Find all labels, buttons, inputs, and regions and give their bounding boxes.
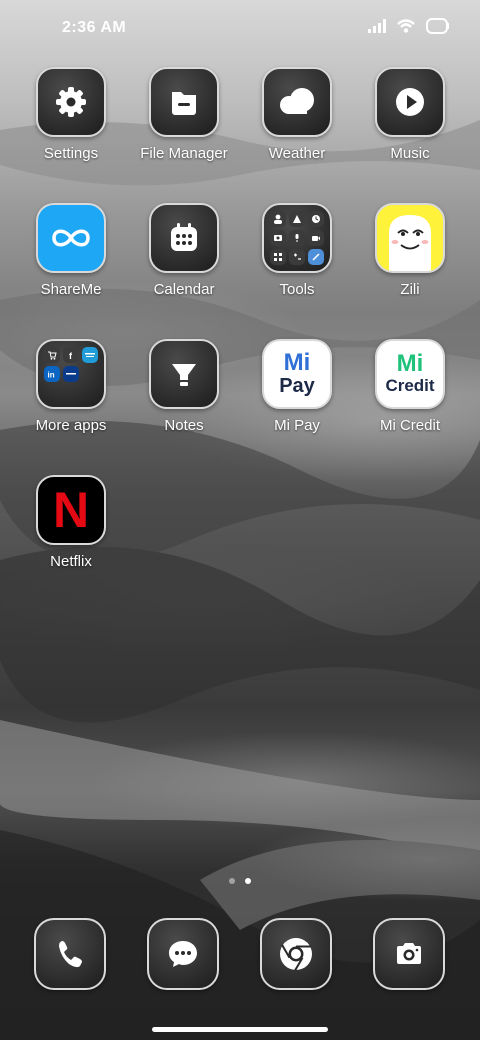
booking-mini-icon	[63, 366, 79, 382]
app-mi-credit[interactable]: Mi Credit Mi Credit	[354, 339, 466, 459]
app-label: Netflix	[50, 553, 92, 570]
netflix-logo: N	[36, 475, 106, 545]
mi-credit-logo-top: Mi	[396, 350, 424, 377]
folder-icon	[149, 67, 219, 137]
dock-chrome[interactable]	[260, 918, 332, 990]
cloud-icon	[262, 67, 332, 137]
infinity-icon	[36, 203, 106, 273]
app-label: Notes	[164, 417, 204, 434]
app-label: Weather	[268, 145, 326, 162]
play-icon	[375, 67, 445, 137]
app-weather[interactable]: Weather	[241, 67, 353, 187]
mi-pay-logo-bottom: Pay	[279, 375, 315, 397]
clock-mini-icon	[308, 211, 324, 227]
calculator-mini-icon	[289, 249, 305, 265]
app-netflix[interactable]: N Netflix	[15, 475, 127, 595]
page-dot-active[interactable]	[245, 878, 251, 884]
contacts-mini-icon	[270, 211, 286, 227]
netflix-logo-letter: N	[52, 482, 90, 538]
app-label: Tools	[279, 281, 315, 298]
status-bar: 2:36 AM	[0, 0, 480, 56]
signal-icon	[368, 19, 386, 33]
notes-icon	[149, 339, 219, 409]
mic-mini-icon	[289, 230, 305, 246]
app-file-manager[interactable]: File Manager	[128, 67, 240, 187]
prime-video-mini-icon	[82, 347, 98, 363]
gear-icon	[36, 67, 106, 137]
app-label: More apps	[35, 417, 107, 434]
app-tools-folder[interactable]: Tools	[241, 203, 353, 323]
dock-messages[interactable]	[147, 918, 219, 990]
camera-icon	[373, 918, 445, 990]
svg-text:in: in	[48, 371, 55, 380]
dock-phone[interactable]	[34, 918, 106, 990]
linkedin-mini-icon: in	[44, 366, 60, 382]
mi-credit-logo-bottom: Credit	[385, 376, 435, 395]
app-more-apps-folder[interactable]: f in More apps	[15, 339, 127, 459]
app-calendar[interactable]: Calendar	[128, 203, 240, 323]
cart-mini-icon	[44, 347, 60, 363]
app-shareme[interactable]: ShareMe	[15, 203, 127, 323]
page-dot[interactable]	[229, 878, 235, 884]
more-apps-folder-icon: f in	[36, 339, 106, 409]
triangle-mini-icon	[289, 211, 305, 227]
mi-pay-logo-top: Mi	[283, 349, 311, 376]
battery-icon	[426, 18, 449, 34]
app-label: File Manager	[140, 145, 228, 162]
app-label: ShareMe	[40, 281, 102, 298]
facebook-mini-icon: f	[63, 347, 79, 363]
chrome-icon	[260, 918, 332, 990]
app-mi-pay[interactable]: Mi Pay Mi Pay	[241, 339, 353, 459]
clock: 2:36 AM	[62, 19, 127, 36]
app-music[interactable]: Music	[354, 67, 466, 187]
svg-text:f: f	[69, 351, 73, 360]
wifi-icon	[397, 19, 415, 33]
dock-camera[interactable]	[373, 918, 445, 990]
app-label: Music	[390, 145, 430, 162]
zili-face-icon	[375, 203, 445, 273]
app-zili[interactable]: Zili	[354, 203, 466, 323]
phone-icon	[34, 918, 106, 990]
calendar-icon	[149, 203, 219, 273]
app-label: Settings	[43, 145, 99, 162]
scanner-mini-icon	[270, 230, 286, 246]
mi-pay-logo: Mi Pay	[262, 339, 332, 409]
grid-mini-icon	[270, 249, 286, 265]
tools-folder-icon	[262, 203, 332, 273]
home-indicator[interactable]	[152, 1027, 328, 1032]
compass-mini-icon	[308, 249, 324, 265]
app-notes[interactable]: Notes	[128, 339, 240, 459]
app-label: Calendar	[153, 281, 215, 298]
mi-credit-logo: Mi Credit	[375, 339, 445, 409]
app-label: Mi Credit	[379, 417, 440, 434]
app-label: Mi Pay	[274, 417, 320, 434]
video-mini-icon	[308, 230, 324, 246]
app-label: Zili	[400, 281, 420, 298]
app-settings[interactable]: Settings	[15, 67, 127, 187]
page-indicator	[0, 878, 480, 884]
messages-icon	[147, 918, 219, 990]
